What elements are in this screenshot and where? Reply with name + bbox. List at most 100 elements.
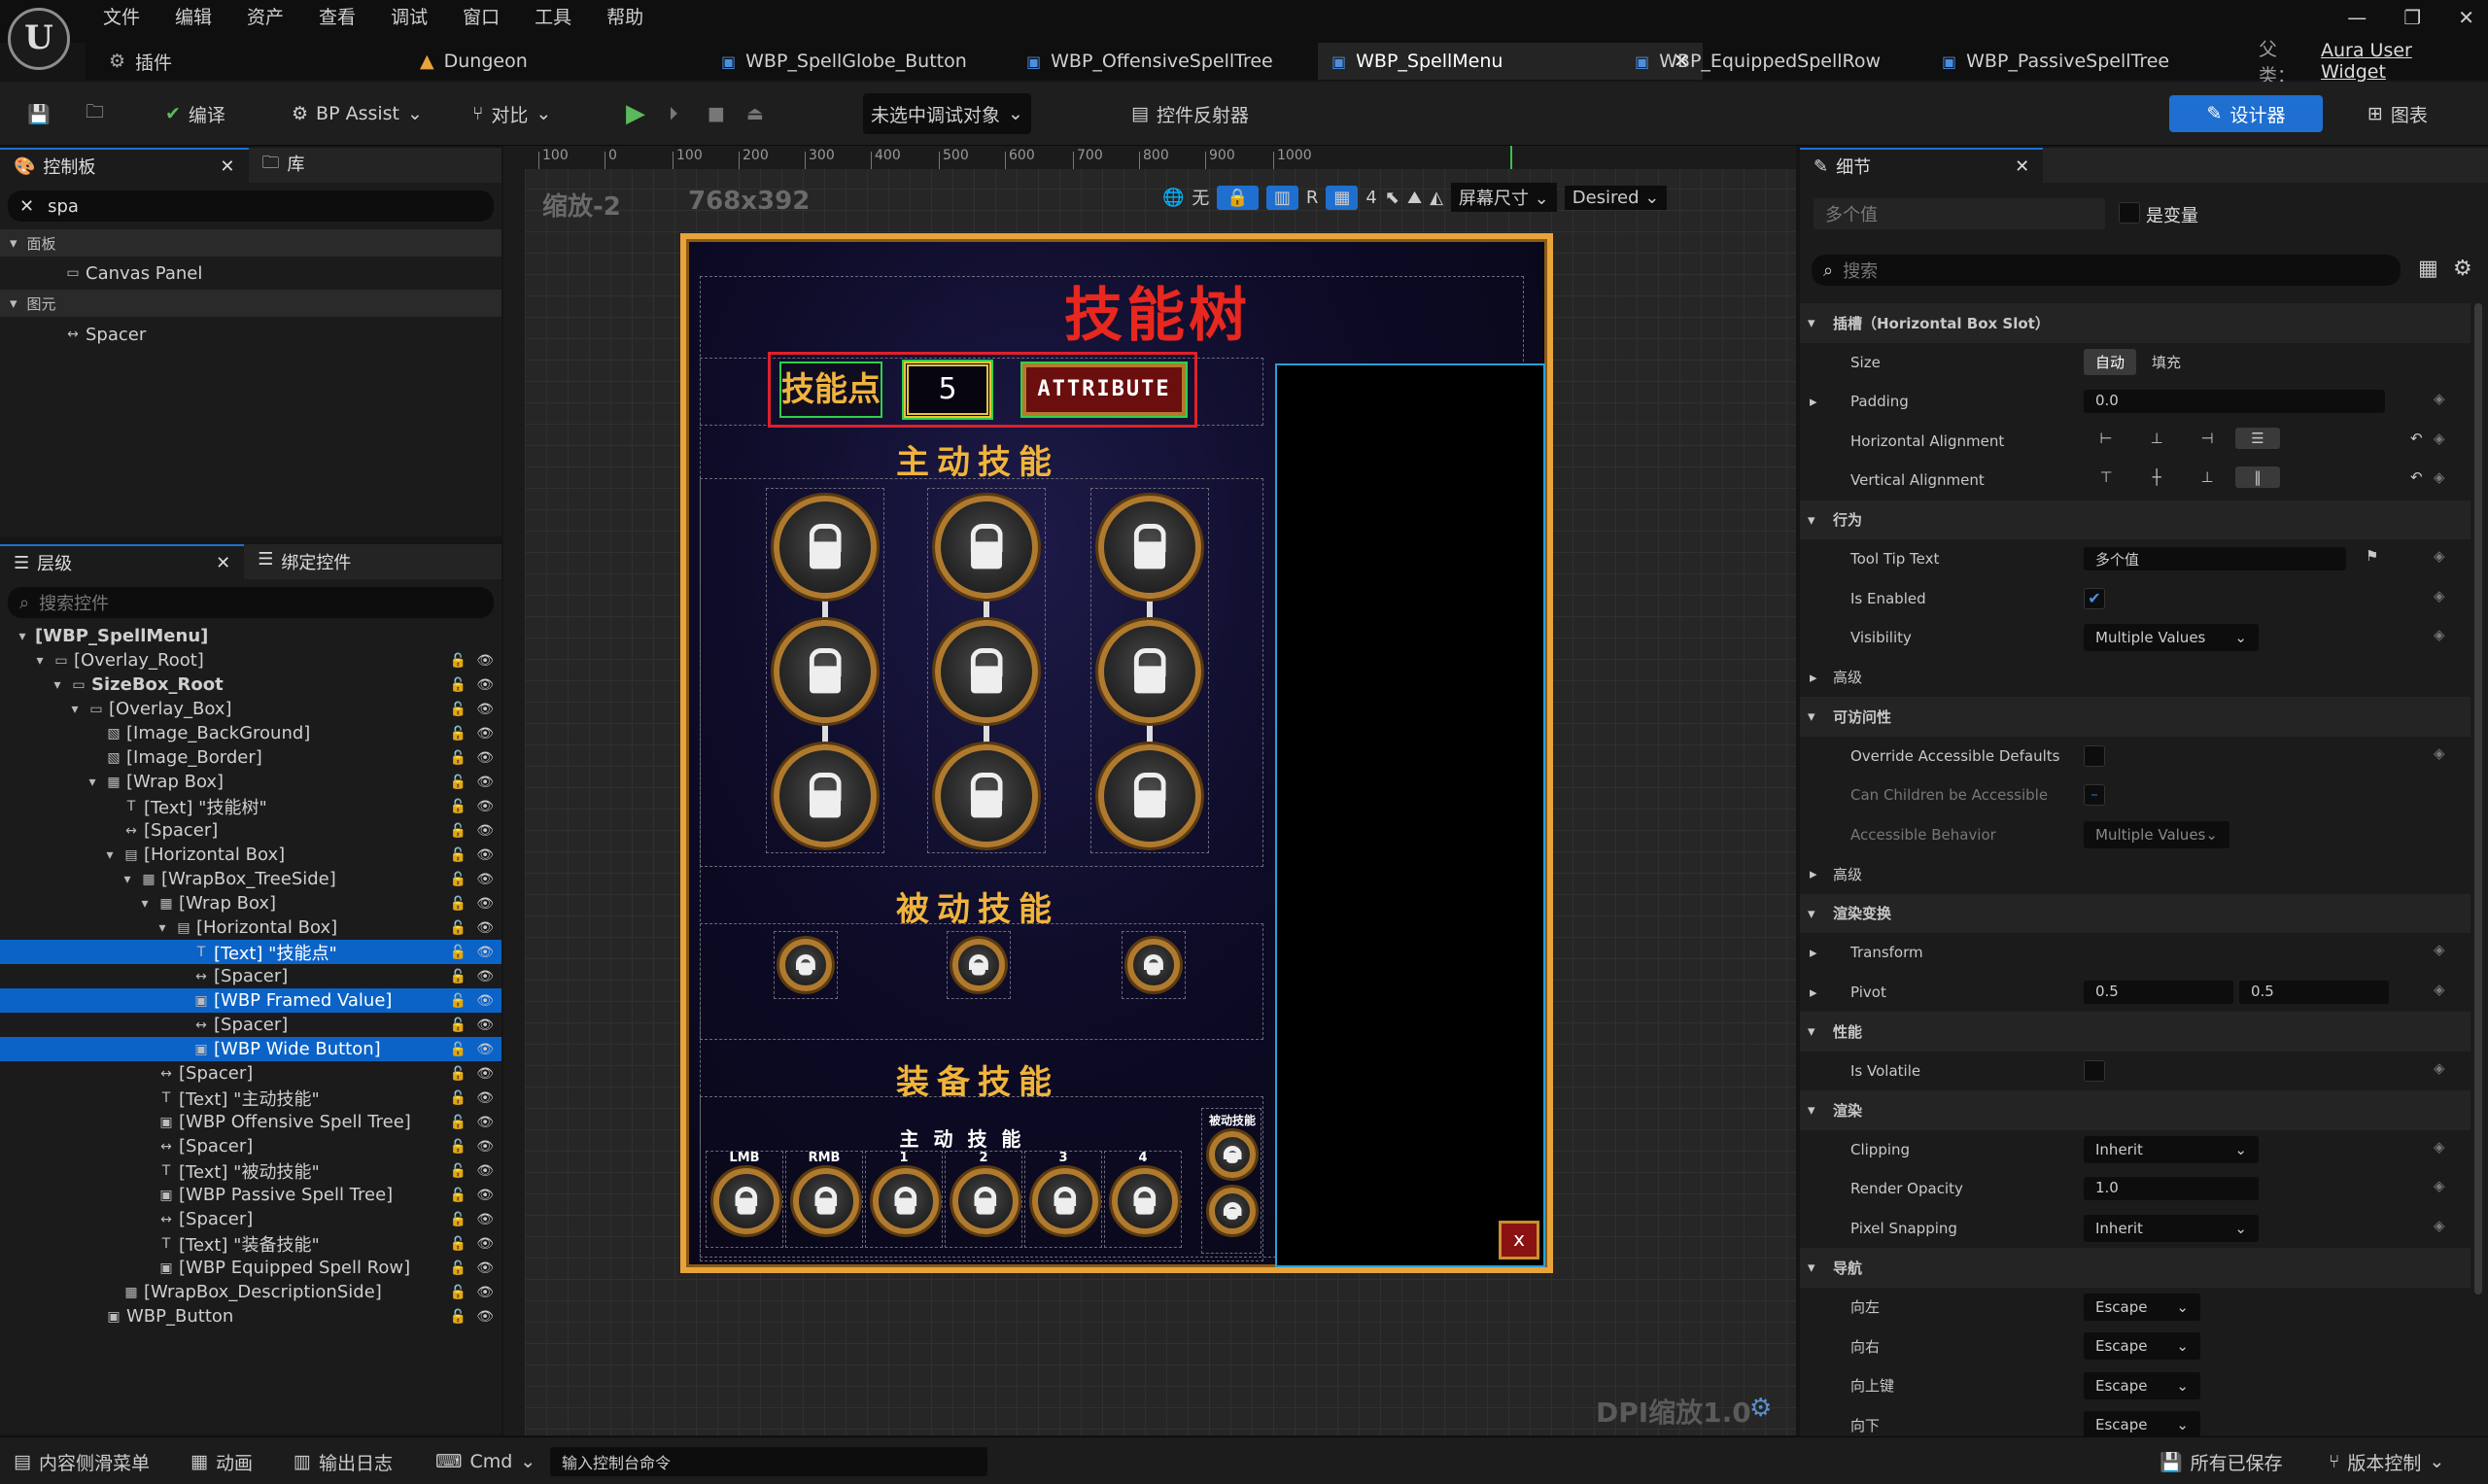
locked-spell-globe[interactable] [1209, 1188, 1256, 1234]
details-input[interactable]: 多个值 [2084, 547, 2346, 570]
measure-icon[interactable]: ◭ [1430, 188, 1443, 208]
locked-spell-globe[interactable] [774, 744, 877, 847]
eye-icon[interactable]: 👁 [476, 945, 494, 960]
expand-arrow-icon[interactable]: ▸ [1810, 984, 1817, 1001]
tab-offensive[interactable]: ▣ WBP_OffensiveSpellTree [1013, 43, 1287, 80]
details-checkbox[interactable] [2084, 1059, 2105, 1082]
cursor-icon[interactable]: ⬉ [1385, 188, 1400, 208]
close-tab-icon[interactable]: ✕ [2015, 156, 2029, 177]
details-search-input[interactable]: ⌕ 搜索 [1812, 255, 2401, 286]
content-drawer-button[interactable]: ▤ 内容侧滑菜单 [14, 1447, 150, 1476]
close-button[interactable]: x [1499, 1221, 1539, 1260]
eye-icon[interactable]: 👁 [476, 1309, 494, 1325]
locked-spell-globe[interactable] [1098, 744, 1201, 847]
hierarchy-row[interactable]: ▣ [WBP Offensive Spell Tree] 🔓 👁 [0, 1110, 501, 1134]
lock-icon[interactable]: 🔓 [450, 1042, 466, 1057]
tab-equipped[interactable]: ▣ WBP_EquippedSpellRow [1621, 43, 1894, 80]
locked-spell-globe[interactable] [793, 1168, 859, 1234]
globe-icon[interactable]: 🌐 [1162, 188, 1184, 208]
details-section[interactable]: ▾ 渲染变换 [1800, 893, 2471, 933]
tab-level[interactable]: ▲ Dungeon [406, 43, 541, 80]
hierarchy-row[interactable]: T [Text] "主动技能" 🔓 👁 [0, 1086, 501, 1110]
locked-spell-globe[interactable] [774, 620, 877, 723]
details-dropdown[interactable]: Inherit ⌄ [2084, 1214, 2259, 1242]
lock-icon[interactable]: 🔓 [450, 653, 466, 669]
eye-icon[interactable]: 👁 [476, 726, 494, 742]
eye-icon[interactable]: 👁 [476, 1212, 494, 1227]
tab-plugins[interactable]: ⚙ 插件 [95, 43, 186, 80]
details-section[interactable]: ▾ 导航 [1800, 1248, 2471, 1288]
pivot-y-input[interactable]: 0.5 [2239, 980, 2389, 1004]
stop-button[interactable]: ■ [700, 93, 733, 134]
lock-icon[interactable]: 🔓 [450, 1212, 466, 1227]
expand-arrow-icon[interactable]: ▾ [101, 847, 119, 863]
lock-icon[interactable]: 🔓 [450, 1066, 466, 1082]
size-fill-button[interactable]: 填充 [2140, 349, 2193, 375]
is-variable-checkbox[interactable] [2119, 202, 2140, 224]
alignment-option-icon[interactable]: ‖ [2235, 466, 2280, 488]
keyframe-icon[interactable]: ◈ [2434, 981, 2445, 998]
tab-library[interactable]: 🗀 库 [249, 151, 319, 180]
lock-icon[interactable]: 🔓 [450, 1139, 466, 1155]
eye-icon[interactable]: 👁 [476, 1285, 494, 1300]
play-button[interactable]: ▶ [618, 93, 653, 134]
expand-arrow-icon[interactable]: ▾ [66, 702, 84, 717]
details-input[interactable]: 0.0 [2084, 390, 2385, 413]
keyframe-icon[interactable]: ◈ [2434, 626, 2445, 643]
eye-icon[interactable]: 👁 [476, 920, 494, 936]
alignment-option-icon[interactable]: ☰ [2235, 427, 2280, 449]
eye-icon[interactable]: 👁 [476, 969, 494, 984]
hierarchy-row[interactable]: ▣ [WBP Framed Value] 🔓 👁 [0, 988, 501, 1013]
hierarchy-row[interactable]: ↔ [Spacer] 🔓 👁 [0, 818, 501, 843]
lock-icon[interactable]: 🔓 [450, 750, 466, 766]
expand-arrow-icon[interactable]: ▸ [1810, 393, 1817, 410]
expand-arrow-icon[interactable]: ▸ [1810, 944, 1817, 961]
lock-icon[interactable]: 🔓 [450, 872, 466, 887]
menu-asset[interactable]: 资产 [229, 0, 301, 35]
eye-icon[interactable]: 👁 [476, 1115, 494, 1130]
hierarchy-row[interactable]: T [Text] "技能树" 🔓 👁 [0, 794, 501, 818]
hierarchy-search-input[interactable]: ⌕ 搜索控件 [8, 587, 494, 618]
hierarchy-row[interactable]: ▾ ▦ [WrapBox_TreeSide] 🔓 👁 [0, 867, 501, 891]
eye-icon[interactable]: 👁 [476, 896, 494, 912]
alignment-option-icon[interactable]: ⊤ [2084, 466, 2128, 488]
spell-menu-widget[interactable]: 技能树 技能点 5 ATTRIBUTE x 主动技能 被动技能 装备技能 主 动… [680, 233, 1553, 1273]
keyframe-icon[interactable]: ◈ [2434, 587, 2445, 604]
details-scrollbar[interactable] [2474, 303, 2482, 1294]
locked-spell-globe[interactable] [1098, 620, 1201, 723]
lock-icon[interactable]: 🔓 [450, 1260, 466, 1276]
tab-palette[interactable]: 🎨 控制板 ✕ [0, 148, 249, 183]
eye-icon[interactable]: 👁 [476, 1260, 494, 1276]
close-window-icon[interactable]: ✕ [2458, 6, 2474, 29]
hierarchy-row[interactable]: ▧ [Image_Border] 🔓 👁 [0, 745, 501, 770]
details-dropdown[interactable]: Multiple Values ⌄ [2084, 820, 2229, 848]
hierarchy-row[interactable]: ▾ ▤ [Horizontal Box] 🔓 👁 [0, 915, 501, 940]
lock-icon[interactable]: 🔓 [450, 702, 466, 717]
table-view-icon[interactable]: ▦ [2418, 257, 2438, 281]
lock-icon[interactable]: 🔓 [450, 896, 466, 912]
reset-icon[interactable]: ↶ [2410, 468, 2423, 486]
lock-icon[interactable]: 🔓 [450, 799, 466, 814]
eye-icon[interactable]: 👁 [476, 993, 494, 1009]
compile-button[interactable]: ✔ 编译 [157, 93, 233, 134]
restore-icon[interactable]: ❐ [2403, 6, 2421, 29]
bp-assist-button[interactable]: ⚙ BP Assist ⌄ [284, 93, 431, 134]
keyframe-icon[interactable]: ◈ [2434, 941, 2445, 958]
hierarchy-row[interactable]: ▾ ▭ SizeBox_Root 🔓 👁 [0, 673, 501, 697]
details-dropdown[interactable]: Escape ⌄ [2084, 1371, 2200, 1399]
lock-icon[interactable]: 🔓 [450, 677, 466, 693]
hierarchy-row[interactable]: ↔ [Spacer] 🔓 👁 [0, 1013, 501, 1037]
lock-icon[interactable]: 🔓 [450, 1018, 466, 1033]
lock-icon[interactable]: 🔓 [450, 847, 466, 863]
hierarchy-row[interactable]: T [Text] "技能点" 🔓 👁 [0, 940, 501, 964]
lock-icon[interactable]: 🔓 [450, 1188, 466, 1203]
hierarchy-row[interactable]: ▣ [WBP Passive Spell Tree] 🔓 👁 [0, 1183, 501, 1207]
locked-spell-globe[interactable] [774, 496, 877, 599]
alignment-option-icon[interactable]: ⊥ [2134, 428, 2179, 449]
locked-spell-globe[interactable] [1098, 496, 1201, 599]
hierarchy-row[interactable]: ▣ [WBP Equipped Spell Row] 🔓 👁 [0, 1256, 501, 1280]
source-control-button[interactable]: ⑂ 版本控制 ⌄ [2329, 1447, 2444, 1476]
locked-spell-globe[interactable] [1112, 1168, 1178, 1234]
respect-locks-icon[interactable]: ▥ [1265, 185, 1298, 210]
eye-icon[interactable]: 👁 [476, 1090, 494, 1106]
